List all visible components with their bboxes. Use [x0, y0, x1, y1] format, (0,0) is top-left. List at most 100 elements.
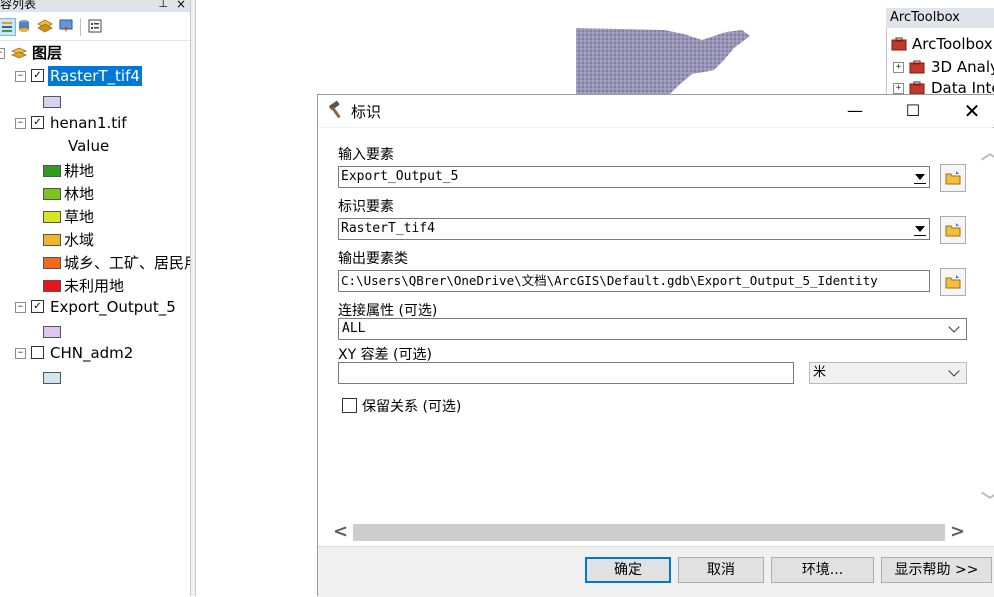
list-by-drawing-order-icon[interactable]	[0, 18, 16, 36]
input-features-value: Export_Output_5	[341, 169, 459, 184]
xy-tolerance-input[interactable]	[338, 362, 794, 384]
layer-visibility-checkbox[interactable]: ✓	[31, 69, 44, 82]
class-label: 耕地	[64, 162, 95, 180]
layer-visibility-checkbox[interactable]	[31, 346, 44, 359]
collapse-icon[interactable]: −	[0, 48, 5, 59]
xy-unit-select[interactable]: 米	[809, 362, 967, 384]
environments-button[interactable]: 环境...	[771, 557, 874, 583]
class-swatch[interactable]	[43, 188, 61, 200]
scroll-down-icon[interactable]: ﹀	[981, 492, 994, 512]
layer-visibility-checkbox[interactable]: ✓	[31, 300, 44, 313]
map-view[interactable]	[197, 0, 887, 96]
folder-icon	[945, 223, 961, 237]
keep-relationships-checkbox[interactable]	[342, 398, 357, 413]
map-feature-usa	[576, 28, 750, 94]
identity-features-value: RasterT_tif4	[341, 221, 435, 236]
class-swatch[interactable]	[43, 257, 61, 269]
arctoolbox-root-label: ArcToolbox	[912, 35, 993, 53]
toolbar-divider	[80, 18, 81, 36]
scroll-left-icon[interactable]: <	[333, 522, 348, 542]
class-label: 林地	[64, 185, 95, 203]
layer-name[interactable]: RasterT_tif4	[48, 66, 142, 86]
arctoolbox-title: ArcToolbox	[886, 8, 994, 28]
join-attributes-label: 连接属性 (可选)	[338, 303, 438, 319]
layer-name[interactable]: Export_Output_5	[50, 297, 176, 317]
toolbox-label: 3D Analy	[931, 58, 994, 76]
expand-icon[interactable]: +	[893, 83, 904, 94]
toc-titlebar: 容列表 ⊥ ×	[0, 0, 190, 12]
join-attributes-value: ALL	[342, 321, 366, 336]
xy-unit-value: 米	[813, 365, 827, 380]
class-swatch[interactable]	[43, 234, 61, 246]
scrollbar-thumb[interactable]	[353, 524, 945, 541]
dialog-title: 标识	[351, 103, 382, 121]
layer-symbol-swatch[interactable]	[43, 372, 61, 384]
pin-icon[interactable]: ⊥	[158, 0, 168, 10]
collapse-icon[interactable]: −	[15, 118, 26, 129]
class-label: 城乡、工矿、居民用	[64, 254, 190, 272]
hammer-icon	[329, 100, 341, 119]
dropdown-arrow-icon[interactable]	[915, 174, 925, 180]
toolbox-icon	[909, 60, 925, 74]
class-swatch[interactable]	[43, 211, 61, 223]
scroll-up-icon[interactable]: ︿	[981, 144, 994, 164]
collapse-icon[interactable]: −	[15, 348, 26, 359]
toc-root-label: 图层	[32, 44, 63, 62]
join-attributes-select[interactable]: ALL	[338, 318, 967, 340]
xy-tolerance-label: XY 容差 (可选)	[338, 347, 432, 363]
list-by-visibility-icon[interactable]	[37, 18, 53, 34]
layers-icon	[11, 47, 27, 59]
class-label: 草地	[64, 208, 95, 226]
chevron-down-icon	[948, 321, 960, 333]
class-swatch[interactable]	[43, 280, 61, 292]
layer-symbol-swatch[interactable]	[43, 96, 61, 108]
layer-name[interactable]: henan1.tif	[50, 113, 127, 133]
scroll-right-icon[interactable]: >	[950, 522, 965, 542]
class-label: 水域	[64, 231, 95, 249]
browse-identity-button[interactable]	[940, 216, 966, 244]
keep-relationships-label: 保留关系 (可选)	[362, 399, 462, 415]
minimize-button[interactable]: —	[832, 96, 878, 126]
toc-title: 容列表	[0, 0, 37, 11]
value-header: Value	[68, 137, 110, 155]
input-features-combo[interactable]: Export_Output_5	[338, 166, 930, 188]
folder-icon	[945, 275, 961, 289]
panel-splitter[interactable]	[190, 0, 196, 596]
dropdown-underline	[914, 183, 926, 184]
expand-icon[interactable]: +	[893, 62, 904, 73]
cancel-button[interactable]: 取消	[678, 557, 764, 583]
browse-output-button[interactable]	[940, 268, 966, 296]
ok-button[interactable]: 确定	[585, 557, 671, 583]
class-swatch[interactable]	[43, 165, 61, 177]
toolbox-icon	[909, 81, 925, 95]
toolbar-separator	[0, 40, 190, 41]
close-button[interactable]: ✕	[949, 96, 994, 126]
collapse-icon[interactable]: −	[15, 302, 26, 313]
toc-toolbar	[0, 14, 190, 40]
identity-features-label: 标识要素	[338, 199, 394, 215]
maximize-button[interactable]: ☐	[890, 96, 936, 126]
output-feature-class-label: 输出要素类	[338, 251, 408, 267]
class-label: 未利用地	[64, 277, 125, 295]
options-icon[interactable]	[87, 18, 103, 34]
identity-features-combo[interactable]: RasterT_tif4	[338, 218, 930, 240]
dropdown-underline	[914, 235, 926, 236]
close-icon[interactable]: ×	[176, 0, 186, 10]
collapse-icon[interactable]: −	[15, 71, 26, 82]
dropdown-arrow-icon[interactable]	[915, 226, 925, 232]
output-feature-class-value: C:\Users\QBrer\OneDrive\文档\ArcGIS\Defaul…	[341, 273, 878, 288]
chevron-down-icon	[948, 365, 960, 377]
table-of-contents-panel: 容列表 ⊥ × − 图层 − ✓ RasterT_tif4	[0, 0, 190, 596]
folder-icon	[945, 171, 961, 185]
browse-input-button[interactable]	[940, 164, 966, 192]
list-by-selection-icon[interactable]	[58, 18, 74, 34]
layer-symbol-swatch[interactable]	[43, 326, 61, 338]
show-help-button[interactable]: 显示帮助 >>	[881, 557, 992, 583]
layer-name[interactable]: CHN_adm2	[50, 343, 133, 363]
output-feature-class-input[interactable]: C:\Users\QBrer\OneDrive\文档\ArcGIS\Defaul…	[338, 270, 930, 292]
list-by-source-icon[interactable]	[16, 18, 32, 34]
layer-row-rastert-tif4[interactable]: − ✓ RasterT_tif4	[0, 66, 190, 86]
layer-visibility-checkbox[interactable]: ✓	[31, 116, 44, 129]
toolbox-icon	[891, 37, 907, 51]
input-features-label: 输入要素	[338, 147, 394, 163]
